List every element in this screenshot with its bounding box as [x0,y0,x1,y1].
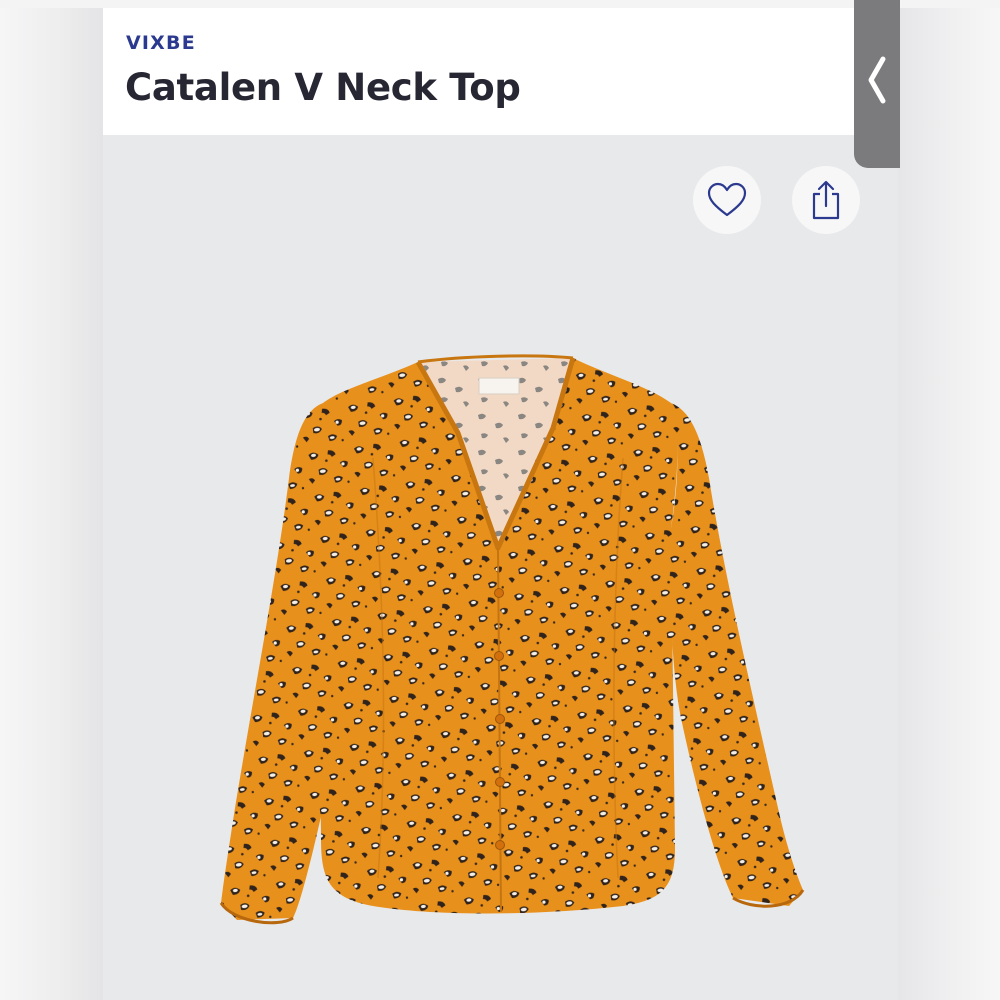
chevron-left-icon [868,56,886,104]
background-right [898,0,1000,1000]
product-title: Catalen V Neck Top [125,66,521,109]
product-photo [219,354,805,925]
product-header: VIXBE Catalen V Neck Top [103,8,898,135]
brand-name: VIXBE [126,32,196,54]
product-card: VIXBE Catalen V Neck Top [103,8,898,1000]
favorite-button[interactable] [693,166,761,234]
top-strip [0,0,1000,8]
share-button[interactable] [792,166,860,234]
share-icon [812,180,840,220]
back-button[interactable] [854,0,900,168]
background-left [0,0,103,1000]
heart-icon [707,182,747,217]
